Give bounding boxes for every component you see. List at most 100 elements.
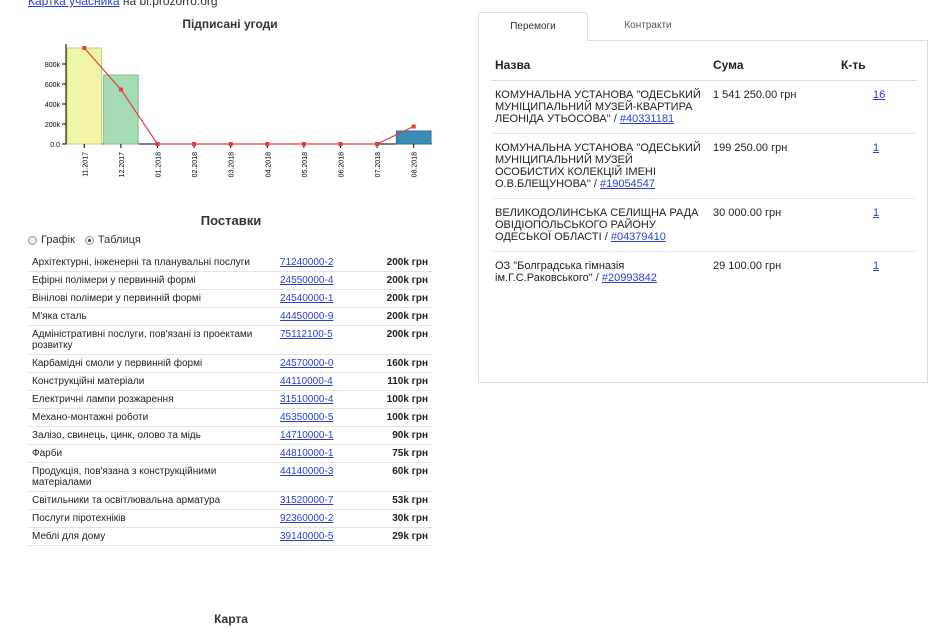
supply-code-cell: 24570000-0 bbox=[272, 354, 374, 373]
supply-code-link[interactable]: 44450000-9 bbox=[280, 311, 333, 322]
chart-title: Підписані угоди bbox=[182, 17, 278, 31]
supply-name: Продукція, пов'язана з конструкційними м… bbox=[28, 462, 272, 492]
col-sum-header: Сума bbox=[709, 52, 837, 81]
supply-row: Ефірні полімери у первинній формі 2455000… bbox=[28, 271, 432, 290]
x-tick-label: 02.2018 bbox=[192, 152, 199, 177]
win-count-link[interactable]: 1 bbox=[873, 207, 879, 219]
supply-code-link[interactable]: 31510000-4 bbox=[280, 394, 333, 405]
radio-table[interactable] bbox=[84, 235, 94, 245]
supply-code-cell: 31510000-4 bbox=[272, 390, 374, 409]
win-count-link[interactable]: 16 bbox=[873, 89, 885, 101]
y-tick-label: 0.0 bbox=[50, 142, 60, 149]
x-tick-label: 07.2018 bbox=[375, 152, 382, 177]
participant-card-link[interactable]: Картка учасника bbox=[28, 0, 120, 8]
line-point bbox=[375, 142, 380, 146]
x-tick-label: 03.2018 bbox=[229, 152, 236, 177]
supply-code-link[interactable]: 45350000-5 bbox=[280, 412, 333, 423]
x-tick-label: 08.2018 bbox=[412, 152, 419, 177]
supply-name: Архітектурні, інженерні та планувальні п… bbox=[28, 254, 272, 272]
supply-value: 29k грн bbox=[374, 527, 432, 546]
win-sum: 30 000.00 грн bbox=[709, 198, 837, 252]
win-org-name: ВЕЛИКОДОЛИНСЬКА СЕЛИЩНА РАДА ОВІДІОПОЛЬС… bbox=[495, 207, 699, 243]
supply-row: Електричні лампи розжарення 31510000-4 100… bbox=[28, 390, 432, 409]
win-name-cell: ВЕЛИКОДОЛИНСЬКА СЕЛИЩНА РАДА ОВІДІОПОЛЬС… bbox=[491, 198, 709, 252]
supply-row: Залізо, свинець, цинк, олово та мідь 1471… bbox=[28, 426, 432, 445]
signed-agreements-chart: 0.0 200k 400k 600k 800k 11.2017 12.2017 01.2018… bbox=[45, 44, 432, 177]
supply-code-cell: 44110000-4 bbox=[272, 372, 374, 391]
supply-name: Електричні лампи розжарення bbox=[28, 390, 272, 409]
line-point bbox=[411, 124, 416, 129]
supply-code-link[interactable]: 44810000-1 bbox=[280, 448, 333, 459]
supplies-table: Архітектурні, інженерні та планувальні п… bbox=[28, 254, 432, 546]
supply-value: 30k грн bbox=[374, 509, 432, 528]
win-org-id-link[interactable]: #04379410 bbox=[611, 231, 666, 243]
supply-code-link[interactable]: 75112100-5 bbox=[280, 329, 333, 340]
supply-name: Послуги піротехніків bbox=[28, 509, 272, 528]
supply-name: Залізо, свинець, цинк, олово та мідь bbox=[28, 426, 272, 445]
supply-row: Конструкційні матеріали 44110000-4 110k гр… bbox=[28, 372, 432, 391]
win-org-id-link[interactable]: #40331181 bbox=[620, 113, 674, 125]
supply-code-link[interactable]: 71240000-2 bbox=[280, 257, 333, 268]
tab-bar: Перемоги Контракти bbox=[478, 12, 928, 41]
supply-code-link[interactable]: 24550000-4 bbox=[280, 275, 333, 286]
win-sum: 29 100.00 грн bbox=[713, 260, 782, 272]
y-tick-label: 200k bbox=[45, 122, 61, 129]
supply-code-link[interactable]: 14710000-1 bbox=[280, 430, 333, 441]
supply-value: 53k грн bbox=[374, 491, 432, 510]
bar bbox=[103, 74, 139, 145]
supply-row: Механо-монтажні роботи 45350000-5 100k грн bbox=[28, 408, 432, 427]
supply-row: Світильники та освітлювальна арматура 315… bbox=[28, 491, 432, 510]
supply-name: Адміністративні послуги, пов'язані із пр… bbox=[28, 325, 272, 355]
win-name-cell: ОЗ "Болградська гімназія ім.Г.С.Раковськ… bbox=[491, 252, 709, 293]
line-point bbox=[192, 142, 197, 146]
win-row: КОМУНАЛЬНА УСТАНОВА "ОДЕСЬКИЙ МУНІЦИПАЛЬ… bbox=[491, 133, 917, 199]
win-count-link[interactable]: 1 bbox=[873, 260, 879, 272]
col-name-header: Назва bbox=[491, 52, 709, 81]
supply-code-link[interactable]: 39140000-5 bbox=[280, 531, 333, 542]
supply-row: Фарби 44810000-1 75k грн bbox=[28, 444, 432, 463]
win-count-cell: 1 bbox=[837, 252, 917, 293]
wins-contracts-panel: Перемоги Контракти Назва Сума К-ть КОМУН… bbox=[478, 12, 928, 383]
supply-code-link[interactable]: 44110000-4 bbox=[280, 376, 333, 387]
tab-contracts[interactable]: Контракти bbox=[598, 12, 698, 40]
x-tick-label: 06.2018 bbox=[339, 152, 346, 177]
y-tick-label: 400k bbox=[45, 102, 61, 109]
supply-code-link[interactable]: 24540000-1 bbox=[280, 293, 333, 304]
supply-code-link[interactable]: 44140000-3 bbox=[280, 466, 333, 477]
supply-name: Світильники та освітлювальна арматура bbox=[28, 491, 272, 510]
supply-code-cell: 75112100-5 bbox=[272, 325, 374, 355]
win-count-cell: 1 bbox=[837, 198, 917, 252]
supply-row: Продукція, пов'язана з конструкційними м… bbox=[28, 462, 432, 492]
supply-name: Ефірні полімери у первинній формі bbox=[28, 271, 272, 290]
win-name-cell: КОМУНАЛЬНА УСТАНОВА "ОДЕСЬКИЙ МУНІЦИПАЛЬ… bbox=[491, 133, 709, 199]
win-org-id-link[interactable]: #20993842 bbox=[602, 272, 657, 284]
supply-value: 60k грн bbox=[374, 462, 432, 492]
supply-code-link[interactable]: 92360000-2 bbox=[280, 513, 333, 524]
supply-value: 200k грн bbox=[374, 325, 432, 355]
tab-wins[interactable]: Перемоги bbox=[478, 12, 588, 41]
supply-code-cell: 24550000-4 bbox=[272, 271, 374, 290]
participant-card-line: Картка учасника на bi.prozorro.org bbox=[28, 0, 218, 8]
supply-name: Карбамідні смоли у первинній формі bbox=[28, 354, 272, 373]
win-row: КОМУНАЛЬНА УСТАНОВА "ОДЕСЬКИЙ МУНІЦИПАЛЬ… bbox=[491, 80, 917, 134]
radio-chart-label: Графік bbox=[41, 234, 75, 246]
supply-code-cell: 39140000-5 bbox=[272, 527, 374, 546]
supply-row: Послуги піротехніків 92360000-2 30k грн bbox=[28, 509, 432, 528]
participant-card-suffix: на bi.prozorro.org bbox=[119, 0, 218, 8]
x-tick-label: 11.2017 bbox=[82, 152, 89, 177]
line-point bbox=[118, 87, 123, 92]
line-point bbox=[155, 142, 160, 146]
win-row: ВЕЛИКОДОЛИНСЬКА СЕЛИЩНА РАДА ОВІДІОПОЛЬС… bbox=[491, 198, 917, 252]
supply-value: 200k грн bbox=[374, 289, 432, 308]
win-count-link[interactable]: 1 bbox=[873, 142, 879, 154]
win-org-id-link[interactable]: #19054547 bbox=[600, 178, 655, 190]
supply-name: Вінілові полімери у первинній формі bbox=[28, 289, 272, 308]
supply-code-link[interactable]: 24570000-0 bbox=[280, 358, 333, 369]
radio-chart[interactable] bbox=[28, 235, 37, 245]
supply-code-cell: 71240000-2 bbox=[272, 254, 374, 272]
col-count-header: К-ть bbox=[837, 52, 917, 81]
y-tick-label: 600k bbox=[45, 82, 61, 89]
wins-table: Назва Сума К-ть КОМУНАЛЬНА УСТАНОВА "ОДЕ… bbox=[491, 52, 917, 292]
supply-code-link[interactable]: 31520000-7 bbox=[280, 495, 333, 506]
supply-code-cell: 45350000-5 bbox=[272, 408, 374, 427]
